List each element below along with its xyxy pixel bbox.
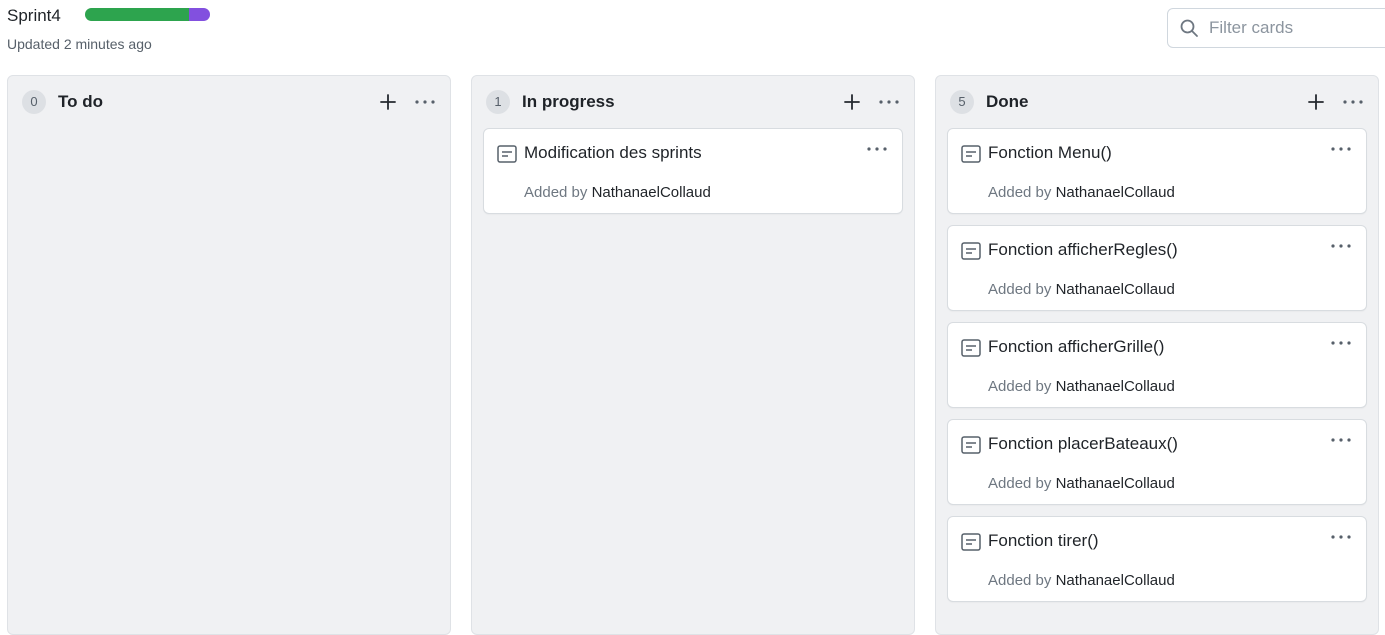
added-by-label: Added by — [524, 184, 588, 201]
card-title[interactable]: Fonction Menu() — [988, 143, 1112, 163]
column-header: 5 Done — [936, 76, 1378, 128]
added-by-label: Added by — [988, 281, 1052, 298]
card-title[interactable]: Fonction afficherRegles() — [988, 240, 1178, 260]
kebab-horizontal-icon[interactable] — [1342, 92, 1364, 112]
note-icon — [961, 242, 981, 260]
project-title[interactable]: Sprint4 — [7, 6, 61, 26]
progress-in-progress-segment — [188, 8, 210, 21]
card-author[interactable]: NathanaelCollaud — [592, 184, 711, 201]
card-author[interactable]: NathanaelCollaud — [1056, 378, 1175, 395]
card-author[interactable]: NathanaelCollaud — [1056, 475, 1175, 492]
card-meta: Added by NathanaelCollaud — [988, 475, 1175, 492]
card[interactable]: Fonction placerBateaux() Added by Nathan… — [947, 419, 1367, 505]
card-author[interactable]: NathanaelCollaud — [1056, 281, 1175, 298]
card-title[interactable]: Modification des sprints — [524, 143, 702, 163]
kebab-horizontal-icon[interactable] — [414, 92, 436, 112]
project-progress-bar — [85, 8, 210, 21]
note-icon — [497, 145, 517, 163]
kebab-horizontal-icon[interactable] — [1330, 335, 1352, 351]
updated-timestamp: Updated 2 minutes ago — [7, 36, 152, 52]
project-header: Sprint4 Updated 2 minutes ago — [0, 0, 1385, 70]
note-icon — [961, 436, 981, 454]
card-meta: Added by NathanaelCollaud — [988, 378, 1175, 395]
card-count-badge: 1 — [486, 90, 510, 114]
filter-cards-input[interactable] — [1209, 18, 1379, 38]
progress-done-segment — [85, 8, 189, 21]
column-header: 0 To do — [8, 76, 450, 128]
card-title[interactable]: Fonction afficherGrille() — [988, 337, 1164, 357]
card[interactable]: Fonction afficherRegles() Added by Natha… — [947, 225, 1367, 311]
kebab-horizontal-icon[interactable] — [1330, 238, 1352, 254]
column-title: In progress — [522, 92, 615, 111]
column-done: 5 Done Fonction Menu() Added by Nathanae… — [935, 75, 1379, 635]
card-title[interactable]: Fonction tirer() — [988, 531, 1099, 551]
kebab-horizontal-icon[interactable] — [878, 92, 900, 112]
search-icon — [1180, 19, 1198, 37]
note-icon — [961, 145, 981, 163]
card-meta: Added by NathanaelCollaud — [524, 184, 711, 201]
card-count-badge: 0 — [22, 90, 46, 114]
card-count-badge: 5 — [950, 90, 974, 114]
added-by-label: Added by — [988, 378, 1052, 395]
card[interactable]: Fonction Menu() Added by NathanaelCollau… — [947, 128, 1367, 214]
kebab-horizontal-icon[interactable] — [866, 141, 888, 157]
note-icon — [961, 339, 981, 357]
added-by-label: Added by — [988, 475, 1052, 492]
card-meta: Added by NathanaelCollaud — [988, 572, 1175, 589]
note-icon — [961, 533, 981, 551]
card[interactable]: Fonction tirer() Added by NathanaelColla… — [947, 516, 1367, 602]
filter-cards-field[interactable] — [1167, 8, 1385, 48]
card-meta: Added by NathanaelCollaud — [988, 281, 1175, 298]
kebab-horizontal-icon[interactable] — [1330, 141, 1352, 157]
added-by-label: Added by — [988, 572, 1052, 589]
card[interactable]: Modification des sprints Added by Nathan… — [483, 128, 903, 214]
card-title[interactable]: Fonction placerBateaux() — [988, 434, 1178, 454]
kebab-horizontal-icon[interactable] — [1330, 529, 1352, 545]
card-author[interactable]: NathanaelCollaud — [1056, 184, 1175, 201]
card-meta: Added by NathanaelCollaud — [988, 184, 1175, 201]
column-in-progress: 1 In progress Modification des sprints A… — [471, 75, 915, 635]
card[interactable]: Fonction afficherGrille() Added by Natha… — [947, 322, 1367, 408]
plus-icon[interactable] — [842, 92, 862, 112]
added-by-label: Added by — [988, 184, 1052, 201]
column-title: To do — [58, 92, 103, 111]
column-todo: 0 To do — [7, 75, 451, 635]
column-header: 1 In progress — [472, 76, 914, 128]
column-title: Done — [986, 92, 1029, 111]
plus-icon[interactable] — [1306, 92, 1326, 112]
plus-icon[interactable] — [378, 92, 398, 112]
kebab-horizontal-icon[interactable] — [1330, 432, 1352, 448]
card-author[interactable]: NathanaelCollaud — [1056, 572, 1175, 589]
